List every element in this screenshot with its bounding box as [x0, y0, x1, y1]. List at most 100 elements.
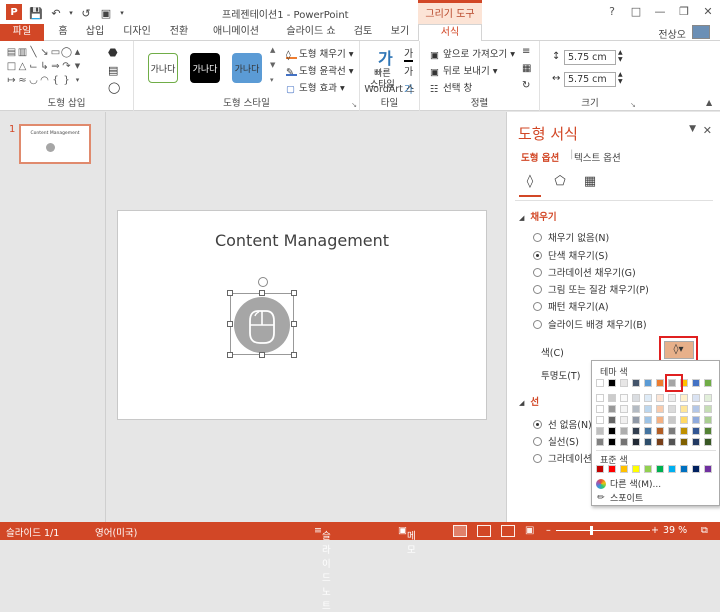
standard-color-swatch[interactable]: [668, 465, 676, 473]
color-swatch[interactable]: [668, 427, 676, 435]
tab-slideshow[interactable]: 슬라이드 쇼: [277, 24, 345, 41]
rotate-icon[interactable]: ↻: [522, 80, 530, 91]
rotation-handle[interactable]: [258, 277, 268, 287]
color-swatch[interactable]: [620, 405, 628, 413]
ribbon-display-icon[interactable]: □: [624, 0, 648, 22]
color-swatch[interactable]: [608, 394, 616, 402]
line-option-solid[interactable]: 실선(S): [533, 434, 579, 448]
arrow-shape-icon[interactable]: ↘: [39, 45, 50, 59]
radio-button[interactable]: [533, 436, 542, 446]
fill-color-button[interactable]: ◊▾: [659, 336, 698, 363]
size-dialog-launcher-icon[interactable]: ↘: [630, 101, 636, 109]
tab-home[interactable]: 홈: [52, 24, 74, 41]
color-swatch[interactable]: [704, 405, 712, 413]
eyedropper-item[interactable]: ✏ 스포이트: [596, 491, 643, 505]
close-icon[interactable]: ✕: [696, 0, 720, 22]
color-swatch[interactable]: [608, 438, 616, 446]
resize-handle-ne[interactable]: [291, 290, 297, 296]
tab-view[interactable]: 보기: [385, 24, 415, 41]
selected-shape[interactable]: [227, 277, 297, 358]
fill-section-header[interactable]: ◢ 채우기: [519, 209, 557, 223]
color-swatch[interactable]: [620, 438, 628, 446]
standard-color-swatch[interactable]: [596, 465, 604, 473]
tab-review[interactable]: 검토: [348, 24, 378, 41]
shapes-gallery[interactable]: ▤ ▥ ╲ ↘ ▭ ◯ ▲ □ △ ⌙ ↳ ⇒ ↷ ▼ ↦ ≈ ◡ ◠ { } …: [6, 45, 98, 89]
color-swatch[interactable]: [656, 416, 664, 424]
scroll-down-icon[interactable]: ▼: [72, 59, 83, 73]
color-swatch[interactable]: [704, 394, 712, 402]
undo-dropdown-icon[interactable]: ▾: [66, 4, 76, 22]
fill-option-gradient[interactable]: 그라데이션 채우기(G): [533, 265, 636, 279]
standard-color-swatch[interactable]: [632, 465, 640, 473]
zoom-slider-thumb[interactable]: [590, 526, 593, 535]
elbow-shape-icon[interactable]: ⌙: [28, 59, 39, 73]
tab-transitions[interactable]: 전환: [162, 24, 196, 41]
radio-button[interactable]: [533, 250, 542, 260]
color-swatch[interactable]: [668, 405, 676, 413]
line-option-gradient[interactable]: 그라데이션: [533, 451, 592, 465]
minimize-icon[interactable]: —: [648, 0, 672, 22]
color-swatch[interactable]: [692, 438, 700, 446]
text-outline-icon[interactable]: 가: [404, 63, 413, 78]
color-swatch[interactable]: [608, 427, 616, 435]
pane-close-icon[interactable]: ✕: [703, 124, 712, 137]
shape-style-2[interactable]: 가나다: [190, 53, 220, 83]
color-swatch[interactable]: [656, 438, 664, 446]
styles-scroll-up-icon[interactable]: ▲: [270, 46, 275, 54]
color-swatch[interactable]: [644, 416, 652, 424]
color-swatch[interactable]: [644, 438, 652, 446]
color-swatch[interactable]: [644, 379, 652, 387]
brace-right-icon[interactable]: }: [61, 73, 72, 87]
zoom-out-icon[interactable]: –: [546, 525, 551, 536]
radio-button[interactable]: [533, 453, 542, 463]
color-swatch[interactable]: [632, 438, 640, 446]
radio-button[interactable]: [533, 319, 542, 329]
color-swatch[interactable]: [668, 416, 676, 424]
text-fill-icon[interactable]: 가: [404, 45, 414, 62]
standard-color-swatch[interactable]: [608, 465, 616, 473]
zoom-in-icon[interactable]: +: [651, 525, 659, 536]
height-input[interactable]: 5.75 cm: [564, 50, 616, 65]
oval-shape-icon[interactable]: ◯: [61, 45, 72, 59]
shape-outline-button[interactable]: ✎ 도형 윤곽선 ▾: [286, 63, 354, 78]
slide-sorter-icon[interactable]: [477, 525, 491, 537]
radio-button[interactable]: [533, 232, 542, 242]
color-swatch[interactable]: [644, 405, 652, 413]
color-swatch[interactable]: [632, 416, 640, 424]
color-swatch[interactable]: [608, 416, 616, 424]
color-swatch[interactable]: [680, 438, 688, 446]
language-indicator[interactable]: 영어(미국): [95, 525, 137, 539]
color-swatch[interactable]: [620, 416, 628, 424]
fill-line-icon[interactable]: ◊: [521, 172, 539, 190]
rect-shape-icon[interactable]: □: [6, 59, 17, 73]
tab-insert[interactable]: 삽입: [80, 24, 110, 41]
color-swatch[interactable]: [656, 379, 664, 387]
zoom-level[interactable]: 39 %: [663, 525, 687, 536]
radio-button[interactable]: [533, 284, 542, 294]
color-swatch[interactable]: [668, 438, 676, 446]
size-properties-icon[interactable]: ▦: [581, 172, 599, 190]
color-swatch[interactable]: [692, 379, 700, 387]
color-swatch[interactable]: [644, 394, 652, 402]
line-option-none[interactable]: 선 없음(N): [533, 417, 592, 431]
slide[interactable]: Content Management: [117, 210, 487, 420]
color-swatch[interactable]: [620, 394, 628, 402]
color-swatch[interactable]: [596, 405, 604, 413]
shape-style-1[interactable]: 가나다: [148, 53, 178, 83]
shape-effects-button[interactable]: ▢ 도형 효과 ▾: [286, 80, 345, 95]
color-swatch[interactable]: [596, 427, 604, 435]
avatar[interactable]: [692, 25, 710, 39]
tab-text-options[interactable]: 텍스트 옵션: [574, 150, 621, 164]
undo-icon[interactable]: ↶: [46, 4, 66, 22]
color-swatch[interactable]: [608, 405, 616, 413]
slide-thumbnail[interactable]: Content Management: [19, 124, 91, 164]
fill-option-slide-background[interactable]: 슬라이드 배경 채우기(B): [533, 317, 647, 331]
notes-button[interactable]: ≡ 슬라이드 노트: [314, 525, 331, 612]
align-icon[interactable]: ≡: [522, 46, 530, 57]
group-icon[interactable]: ▦: [522, 63, 531, 74]
slideshow-view-icon[interactable]: ▣: [525, 525, 539, 537]
bring-forward-button[interactable]: ▣ 앞으로 가져오기 ▾: [430, 46, 515, 61]
color-swatch[interactable]: [596, 379, 604, 387]
line-shape-icon[interactable]: ╲: [28, 45, 39, 59]
triangle-shape-icon[interactable]: △: [17, 59, 28, 73]
